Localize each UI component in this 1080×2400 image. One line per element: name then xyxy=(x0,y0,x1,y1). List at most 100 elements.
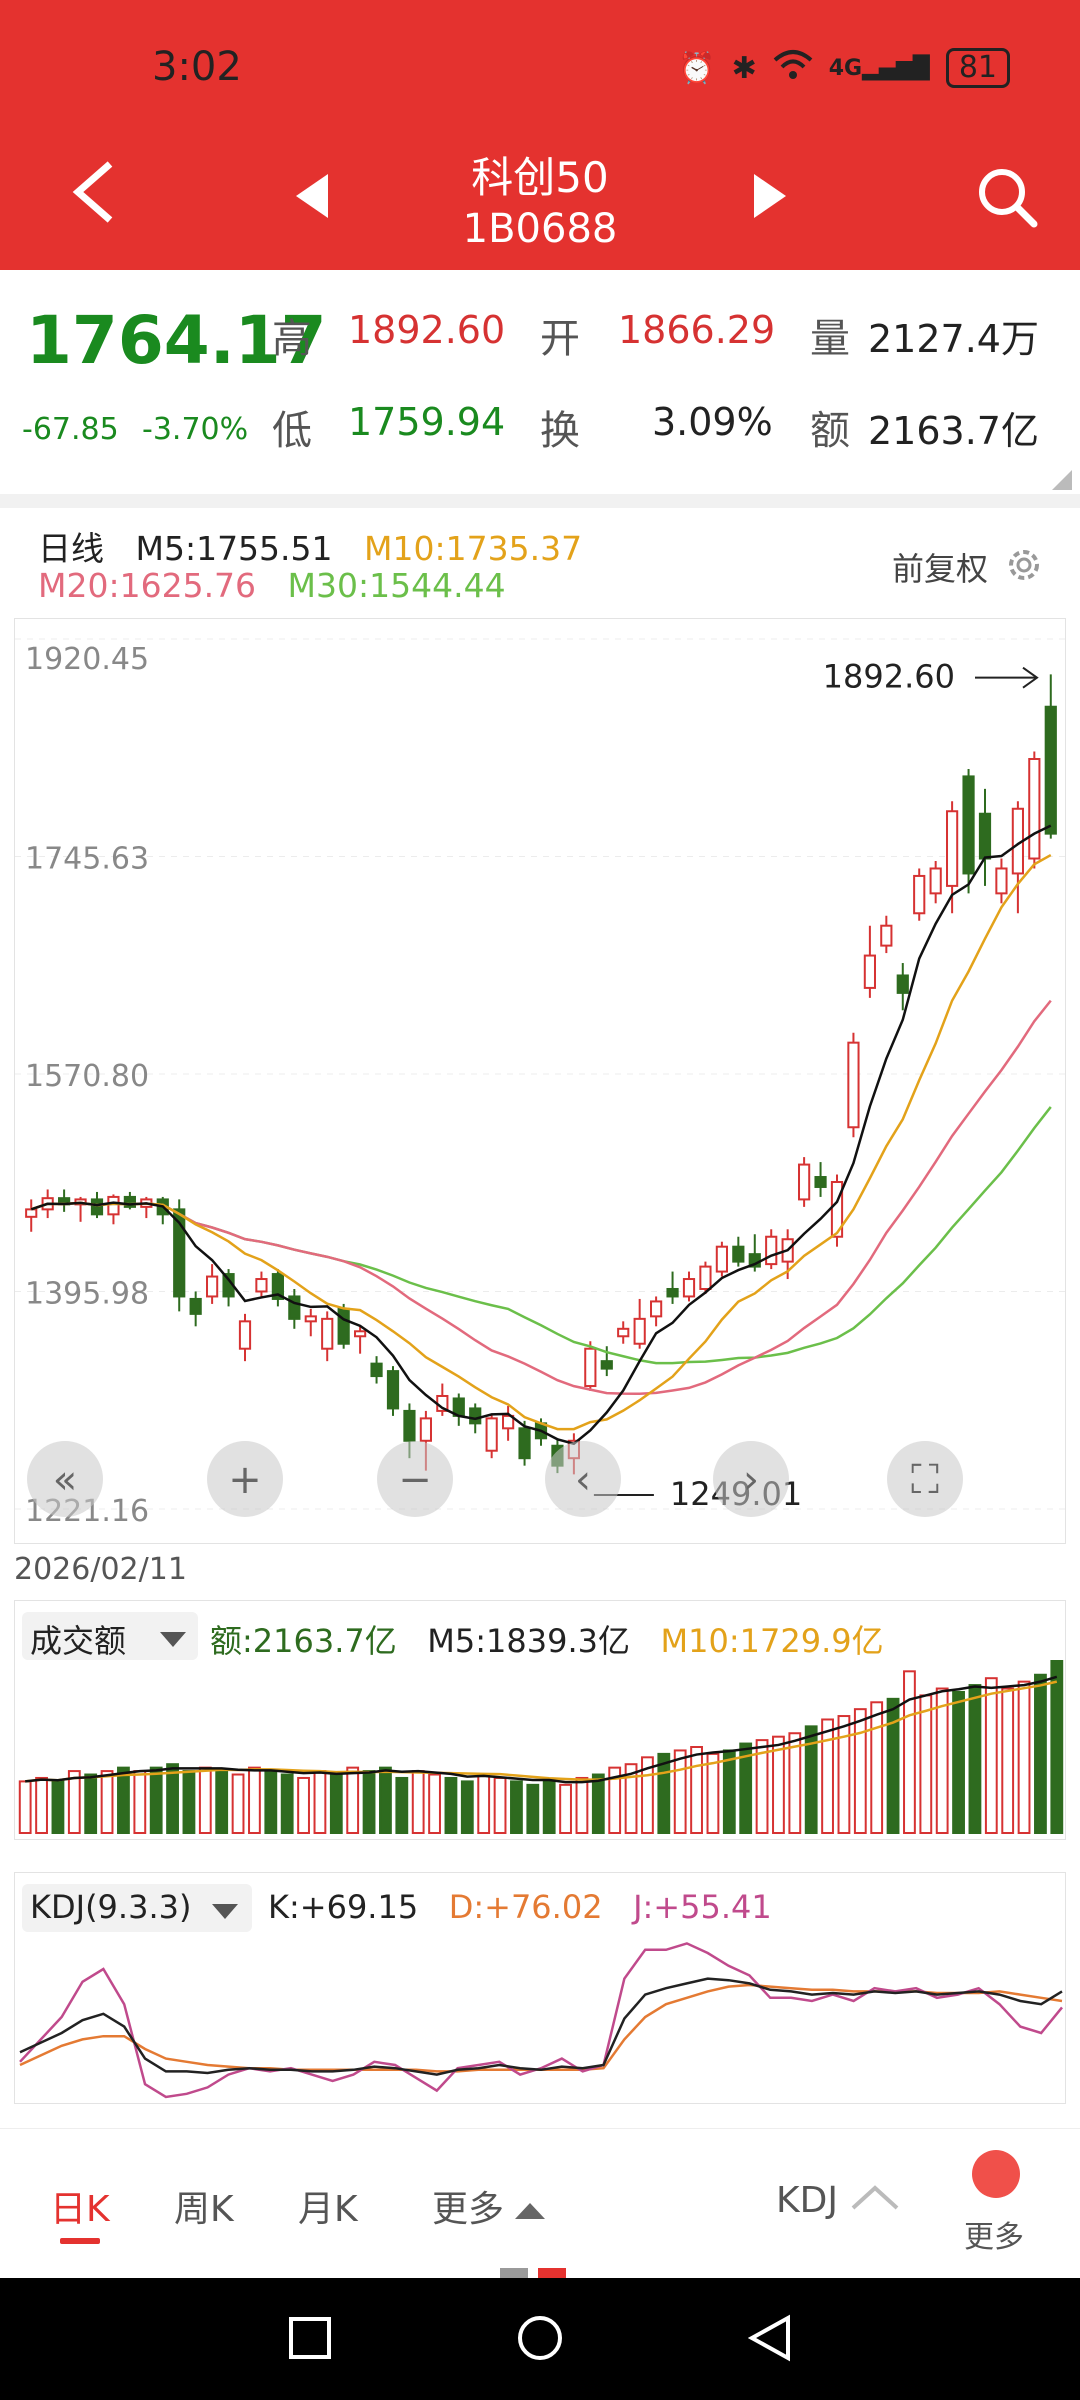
candle-up xyxy=(321,1317,334,1350)
candle-up xyxy=(650,1300,663,1318)
volume-indicator-select[interactable]: 成交额 xyxy=(22,1612,198,1660)
ma20-label: M20:1625.76 xyxy=(38,566,257,605)
y-axis-tick-label: 1920.45 xyxy=(25,642,149,677)
ma-legend-row-1: 日线 M5:1755.51 M10:1735.37 xyxy=(38,522,582,570)
candle-down xyxy=(90,1198,104,1216)
candle-up xyxy=(107,1195,120,1216)
turnover-value: 3.09% xyxy=(652,400,773,444)
previous-stock-icon[interactable] xyxy=(296,174,330,218)
candle-up xyxy=(699,1265,712,1290)
search-icon[interactable] xyxy=(976,166,1038,228)
volume-bar-up xyxy=(313,1770,327,1834)
volume-bar-up xyxy=(559,1783,572,1834)
recent-apps-icon[interactable] xyxy=(288,2316,332,2360)
more-menu-label[interactable]: 更多 xyxy=(964,2212,1024,2256)
volume-legend: 额:2163.7亿 M5:1839.3亿 M10:1729.9亿 xyxy=(210,1616,884,1662)
volume-bar-up xyxy=(477,1773,491,1835)
expand-corner-icon[interactable] xyxy=(1052,470,1072,490)
caret-down-icon xyxy=(160,1632,186,1647)
ma-m20-line xyxy=(30,999,1052,1395)
candle-down xyxy=(896,974,909,994)
candle-up xyxy=(25,1208,38,1218)
volume-bar-up xyxy=(198,1766,212,1834)
zoom-out-button-glyph: − xyxy=(398,1457,432,1503)
volume-bar-up xyxy=(706,1752,720,1835)
tab-more-periods[interactable]: 更多 xyxy=(432,2180,546,2232)
tab-month-k[interactable]: 月K xyxy=(298,2180,358,2232)
section-divider xyxy=(0,494,1080,508)
candle-down xyxy=(469,1407,482,1425)
volume-bar-down xyxy=(886,1697,900,1834)
candle-down xyxy=(814,1176,827,1188)
volume-bar-up xyxy=(935,1687,949,1834)
candle-down xyxy=(666,1287,679,1298)
volume-bar-down xyxy=(280,1773,294,1835)
gear-icon[interactable] xyxy=(1004,545,1044,585)
status-icons: ⏰ ✱ 4G▂▄▆█ 81 xyxy=(678,48,1010,88)
battery-indicator: 81 xyxy=(945,48,1010,88)
volume-bar-down xyxy=(379,1766,392,1834)
volume-bar-down xyxy=(591,1773,605,1835)
next-stock-icon[interactable] xyxy=(752,174,786,218)
volume-amount-label: 额:2163.7亿 xyxy=(210,1622,397,1660)
volume-bar-up xyxy=(1017,1680,1031,1834)
stock-code: 1B0688 xyxy=(462,206,618,252)
scroll-left-button-glyph: ‹ xyxy=(575,1457,591,1503)
caret-down-icon xyxy=(212,1904,238,1919)
zoom-in-button-glyph: + xyxy=(228,1457,262,1503)
indicator-switch[interactable]: KDJ xyxy=(776,2180,901,2221)
period-label: 日线 xyxy=(38,529,104,568)
adjust-mode-button[interactable]: 前复权 xyxy=(892,544,988,590)
volume-bar-up xyxy=(428,1773,441,1835)
volume-bar-up xyxy=(231,1773,245,1835)
candle-up xyxy=(419,1417,432,1442)
more-menu-icon[interactable] xyxy=(972,2150,1020,2198)
kline-panel[interactable]: 1920.45 1745.63 1570.80 1395.98 1221.16 1892.… xyxy=(14,618,1067,1545)
high-marker-label: 1892.60 xyxy=(823,658,955,696)
candle-up xyxy=(847,1041,860,1129)
volume-indicator-label: 成交额 xyxy=(30,1622,127,1660)
volume-bar-up xyxy=(18,1780,32,1834)
ma-m5-line xyxy=(30,824,1052,1446)
kline-chart[interactable]: 1920.451745.631570.801395.981221.161892.… xyxy=(15,619,1067,1545)
candle-up xyxy=(913,874,926,915)
candle-up xyxy=(880,924,893,947)
volume-bar-down xyxy=(952,1690,965,1834)
back-icon[interactable] xyxy=(66,160,122,224)
volume-bar-down xyxy=(444,1776,458,1835)
back-nav-icon[interactable] xyxy=(748,2314,792,2362)
status-time: 3:02 xyxy=(152,44,242,90)
volume-bar-up xyxy=(1001,1687,1015,1834)
volume-bar-up xyxy=(837,1715,851,1834)
volume-bar-up xyxy=(411,1770,425,1834)
volume-bar-down xyxy=(215,1770,229,1834)
low-label: 低 xyxy=(272,408,312,454)
amount-value: 2163.7亿 xyxy=(868,409,1039,453)
volume-bar-up xyxy=(248,1766,261,1834)
candle-up xyxy=(633,1317,646,1345)
kdj-j-label: J:+55.41 xyxy=(633,1888,772,1926)
scroll-right-button-glyph: › xyxy=(743,1457,759,1503)
kdj-j-line xyxy=(19,1942,1063,2099)
volume-bar-up xyxy=(919,1694,933,1835)
volume-bar-up xyxy=(903,1670,916,1834)
volume-bar-up xyxy=(690,1746,703,1834)
candle-up xyxy=(584,1347,597,1388)
kdj-indicator-label: KDJ(9.3.3) xyxy=(30,1888,192,1926)
kdj-indicator-select[interactable]: KDJ(9.3.3) xyxy=(22,1884,252,1932)
tab-day-k[interactable]: 日K xyxy=(50,2180,110,2232)
volume-bar-down xyxy=(51,1780,65,1834)
tab-week-k[interactable]: 周K xyxy=(174,2180,234,2232)
volume-m5-label: M5:1839.3亿 xyxy=(427,1622,631,1660)
candle-down xyxy=(732,1245,745,1263)
scroll-left-fast-button-glyph: « xyxy=(53,1457,77,1503)
candle-up xyxy=(617,1327,630,1338)
home-icon[interactable] xyxy=(516,2314,564,2362)
price-change-pct: -3.70% xyxy=(142,412,249,447)
volume-bar-up xyxy=(984,1677,998,1834)
volume-m10-label: M10:1729.9亿 xyxy=(660,1622,884,1660)
high-label: 高 xyxy=(272,316,312,362)
volume-label: 量 xyxy=(810,316,850,362)
candle-up xyxy=(354,1330,367,1338)
page-indicator xyxy=(500,2268,566,2278)
